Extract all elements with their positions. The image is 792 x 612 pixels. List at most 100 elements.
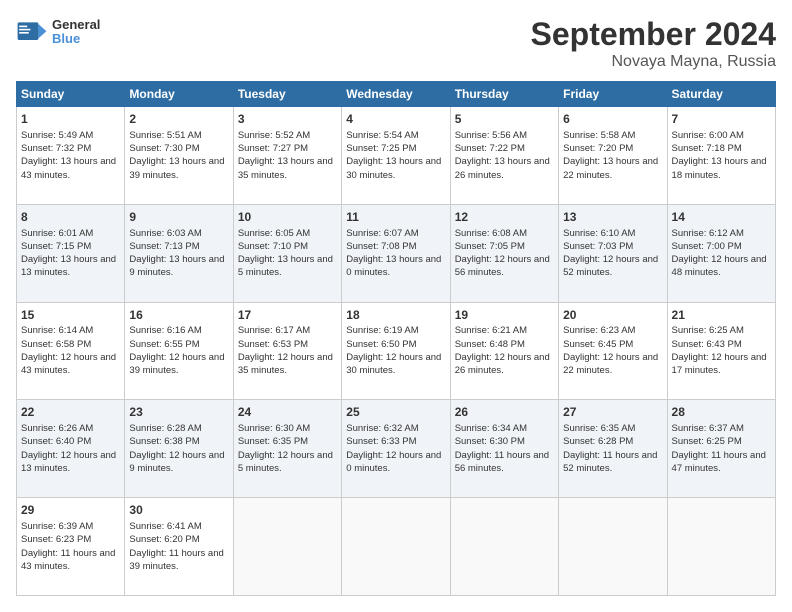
calendar-cell: 1Sunrise: 5:49 AMSunset: 7:32 PMDaylight…	[17, 107, 125, 205]
calendar-cell: 25Sunrise: 6:32 AMSunset: 6:33 PMDayligh…	[342, 400, 450, 498]
sunset-label: Sunset: 7:15 PM	[21, 241, 91, 252]
sunset-label: Sunset: 6:20 PM	[129, 534, 199, 545]
sunrise-label: Sunrise: 5:58 AM	[563, 130, 635, 141]
calendar-cell: 8 Sunrise: 6:01 AM Sunset: 7:15 PM Daylight…	[17, 204, 125, 302]
day-number: 8	[21, 209, 120, 226]
calendar-cell: 2Sunrise: 5:51 AMSunset: 7:30 PMDaylight…	[125, 107, 233, 205]
calendar-table: SundayMondayTuesdayWednesdayThursdayFrid…	[16, 81, 776, 596]
calendar-cell: 20Sunrise: 6:23 AMSunset: 6:45 PMDayligh…	[559, 302, 667, 400]
day-number: 27	[563, 404, 662, 421]
day-number: 28	[672, 404, 771, 421]
calendar-cell: 13Sunrise: 6:10 AMSunset: 7:03 PMDayligh…	[559, 204, 667, 302]
day-number: 12	[455, 209, 554, 226]
day-number: 2	[129, 111, 228, 128]
daylight-label: Daylight: 13 hours and 35 minutes.	[238, 156, 333, 180]
sunrise-label: Sunrise: 6:32 AM	[346, 423, 418, 434]
sunrise-label: Sunrise: 6:39 AM	[21, 521, 93, 532]
day-header-wednesday: Wednesday	[342, 82, 450, 107]
sunset-label: Sunset: 6:23 PM	[21, 534, 91, 545]
day-number: 13	[563, 209, 662, 226]
calendar-cell: 11Sunrise: 6:07 AMSunset: 7:08 PMDayligh…	[342, 204, 450, 302]
calendar-cell	[450, 498, 558, 596]
calendar-cell: 7Sunrise: 6:00 AMSunset: 7:18 PMDaylight…	[667, 107, 775, 205]
day-header-sunday: Sunday	[17, 82, 125, 107]
sunset-label: Sunset: 6:35 PM	[238, 436, 308, 447]
location: Novaya Mayna, Russia	[531, 53, 776, 71]
sunrise-label: Sunrise: 6:30 AM	[238, 423, 310, 434]
calendar-cell	[233, 498, 341, 596]
day-number: 21	[672, 307, 771, 324]
month-title: September 2024	[531, 16, 776, 53]
sunset-label: Sunset: 7:32 PM	[21, 143, 91, 154]
sunrise-label: Sunrise: 6:10 AM	[563, 228, 635, 239]
sunrise-label: Sunrise: 6:08 AM	[455, 228, 527, 239]
day-number: 6	[563, 111, 662, 128]
sunrise-label: Sunrise: 5:51 AM	[129, 130, 201, 141]
day-number: 16	[129, 307, 228, 324]
daylight-label: Daylight: 12 hours and 56 minutes.	[455, 254, 550, 278]
calendar-cell: 27Sunrise: 6:35 AMSunset: 6:28 PMDayligh…	[559, 400, 667, 498]
day-number: 22	[21, 404, 120, 421]
sunset-label: Sunset: 6:55 PM	[129, 339, 199, 350]
daylight-label: Daylight: 13 hours and 43 minutes.	[21, 156, 116, 180]
day-number: 19	[455, 307, 554, 324]
sunrise-label: Sunrise: 6:12 AM	[672, 228, 744, 239]
daylight-label: Daylight: 13 hours and 5 minutes.	[238, 254, 333, 278]
sunset-label: Sunset: 6:33 PM	[346, 436, 416, 447]
day-header-tuesday: Tuesday	[233, 82, 341, 107]
sunrise-label: Sunrise: 6:34 AM	[455, 423, 527, 434]
day-number: 14	[672, 209, 771, 226]
sunset-label: Sunset: 7:08 PM	[346, 241, 416, 252]
sunset-label: Sunset: 7:18 PM	[672, 143, 742, 154]
calendar-cell: 30Sunrise: 6:41 AMSunset: 6:20 PMDayligh…	[125, 498, 233, 596]
calendar-cell: 17Sunrise: 6:17 AMSunset: 6:53 PMDayligh…	[233, 302, 341, 400]
calendar-cell: 14Sunrise: 6:12 AMSunset: 7:00 PMDayligh…	[667, 204, 775, 302]
daylight-label: Daylight: 13 hours and 26 minutes.	[455, 156, 550, 180]
calendar-cell: 10Sunrise: 6:05 AMSunset: 7:10 PMDayligh…	[233, 204, 341, 302]
daylight-label: Daylight: 11 hours and 43 minutes.	[21, 548, 115, 572]
sunrise-label: Sunrise: 6:37 AM	[672, 423, 744, 434]
calendar-cell	[667, 498, 775, 596]
sunrise-label: Sunrise: 6:01 AM	[21, 228, 93, 239]
sunrise-label: Sunrise: 6:21 AM	[455, 325, 527, 336]
daylight-label: Daylight: 12 hours and 26 minutes.	[455, 352, 550, 376]
sunset-label: Sunset: 6:30 PM	[455, 436, 525, 447]
sunset-label: Sunset: 7:30 PM	[129, 143, 199, 154]
daylight-label: Daylight: 12 hours and 52 minutes.	[563, 254, 658, 278]
sunset-label: Sunset: 6:58 PM	[21, 339, 91, 350]
calendar-cell: 16Sunrise: 6:16 AM Sunset: 6:55 PM Dayligh…	[125, 302, 233, 400]
sunrise-label: Sunrise: 6:03 AM	[129, 228, 201, 239]
day-header-friday: Friday	[559, 82, 667, 107]
logo-text: General Blue	[52, 18, 100, 47]
day-header-thursday: Thursday	[450, 82, 558, 107]
day-number: 20	[563, 307, 662, 324]
day-header-monday: Monday	[125, 82, 233, 107]
sunrise-label: Sunrise: 6:07 AM	[346, 228, 418, 239]
daylight-label: Daylight: 13 hours and 13 minutes.	[21, 254, 116, 278]
day-number: 11	[346, 209, 445, 226]
day-number: 18	[346, 307, 445, 324]
page-header: General Blue September 2024 Novaya Mayna…	[16, 16, 776, 71]
daylight-label: Daylight: 13 hours and 30 minutes.	[346, 156, 441, 180]
logo: General Blue	[16, 16, 100, 48]
sunrise-label: Sunrise: 5:49 AM	[21, 130, 93, 141]
calendar-cell: 18Sunrise: 6:19 AMSunset: 6:50 PMDayligh…	[342, 302, 450, 400]
sunrise-label: Sunrise: 6:26 AM	[21, 423, 93, 434]
daylight-label: Daylight: 12 hours and 43 minutes.	[21, 352, 116, 376]
sunrise-label: Sunrise: 6:16 AM	[129, 325, 201, 336]
daylight-label: Daylight: 11 hours and 52 minutes.	[563, 450, 657, 474]
daylight-label: Daylight: 11 hours and 47 minutes.	[672, 450, 766, 474]
daylight-label: Daylight: 12 hours and 30 minutes.	[346, 352, 441, 376]
sunset-label: Sunset: 7:22 PM	[455, 143, 525, 154]
daylight-label: Daylight: 12 hours and 22 minutes.	[563, 352, 658, 376]
sunset-label: Sunset: 6:38 PM	[129, 436, 199, 447]
sunset-label: Sunset: 6:50 PM	[346, 339, 416, 350]
day-number: 25	[346, 404, 445, 421]
sunset-label: Sunset: 7:00 PM	[672, 241, 742, 252]
sunrise-label: Sunrise: 6:35 AM	[563, 423, 635, 434]
day-number: 4	[346, 111, 445, 128]
day-number: 3	[238, 111, 337, 128]
calendar-cell: 9Sunrise: 6:03 AMSunset: 7:13 PMDaylight…	[125, 204, 233, 302]
calendar-cell: 5Sunrise: 5:56 AMSunset: 7:22 PMDaylight…	[450, 107, 558, 205]
daylight-label: Daylight: 12 hours and 39 minutes.	[129, 352, 224, 376]
